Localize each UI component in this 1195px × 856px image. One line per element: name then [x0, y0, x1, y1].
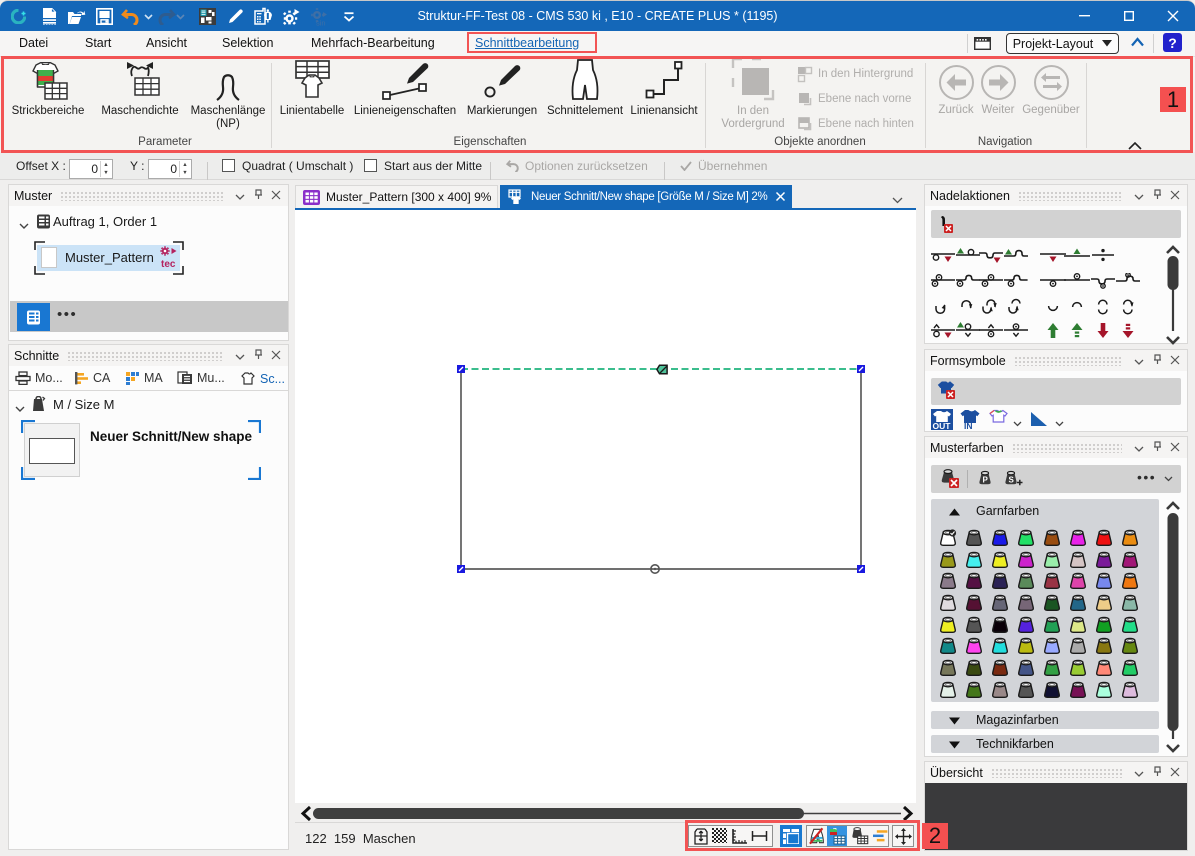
svg-text:OUT: OUT: [933, 421, 952, 430]
svg-text:P: P: [983, 476, 989, 485]
svg-text:S: S: [1009, 476, 1015, 485]
svg-text:IN: IN: [964, 421, 973, 430]
